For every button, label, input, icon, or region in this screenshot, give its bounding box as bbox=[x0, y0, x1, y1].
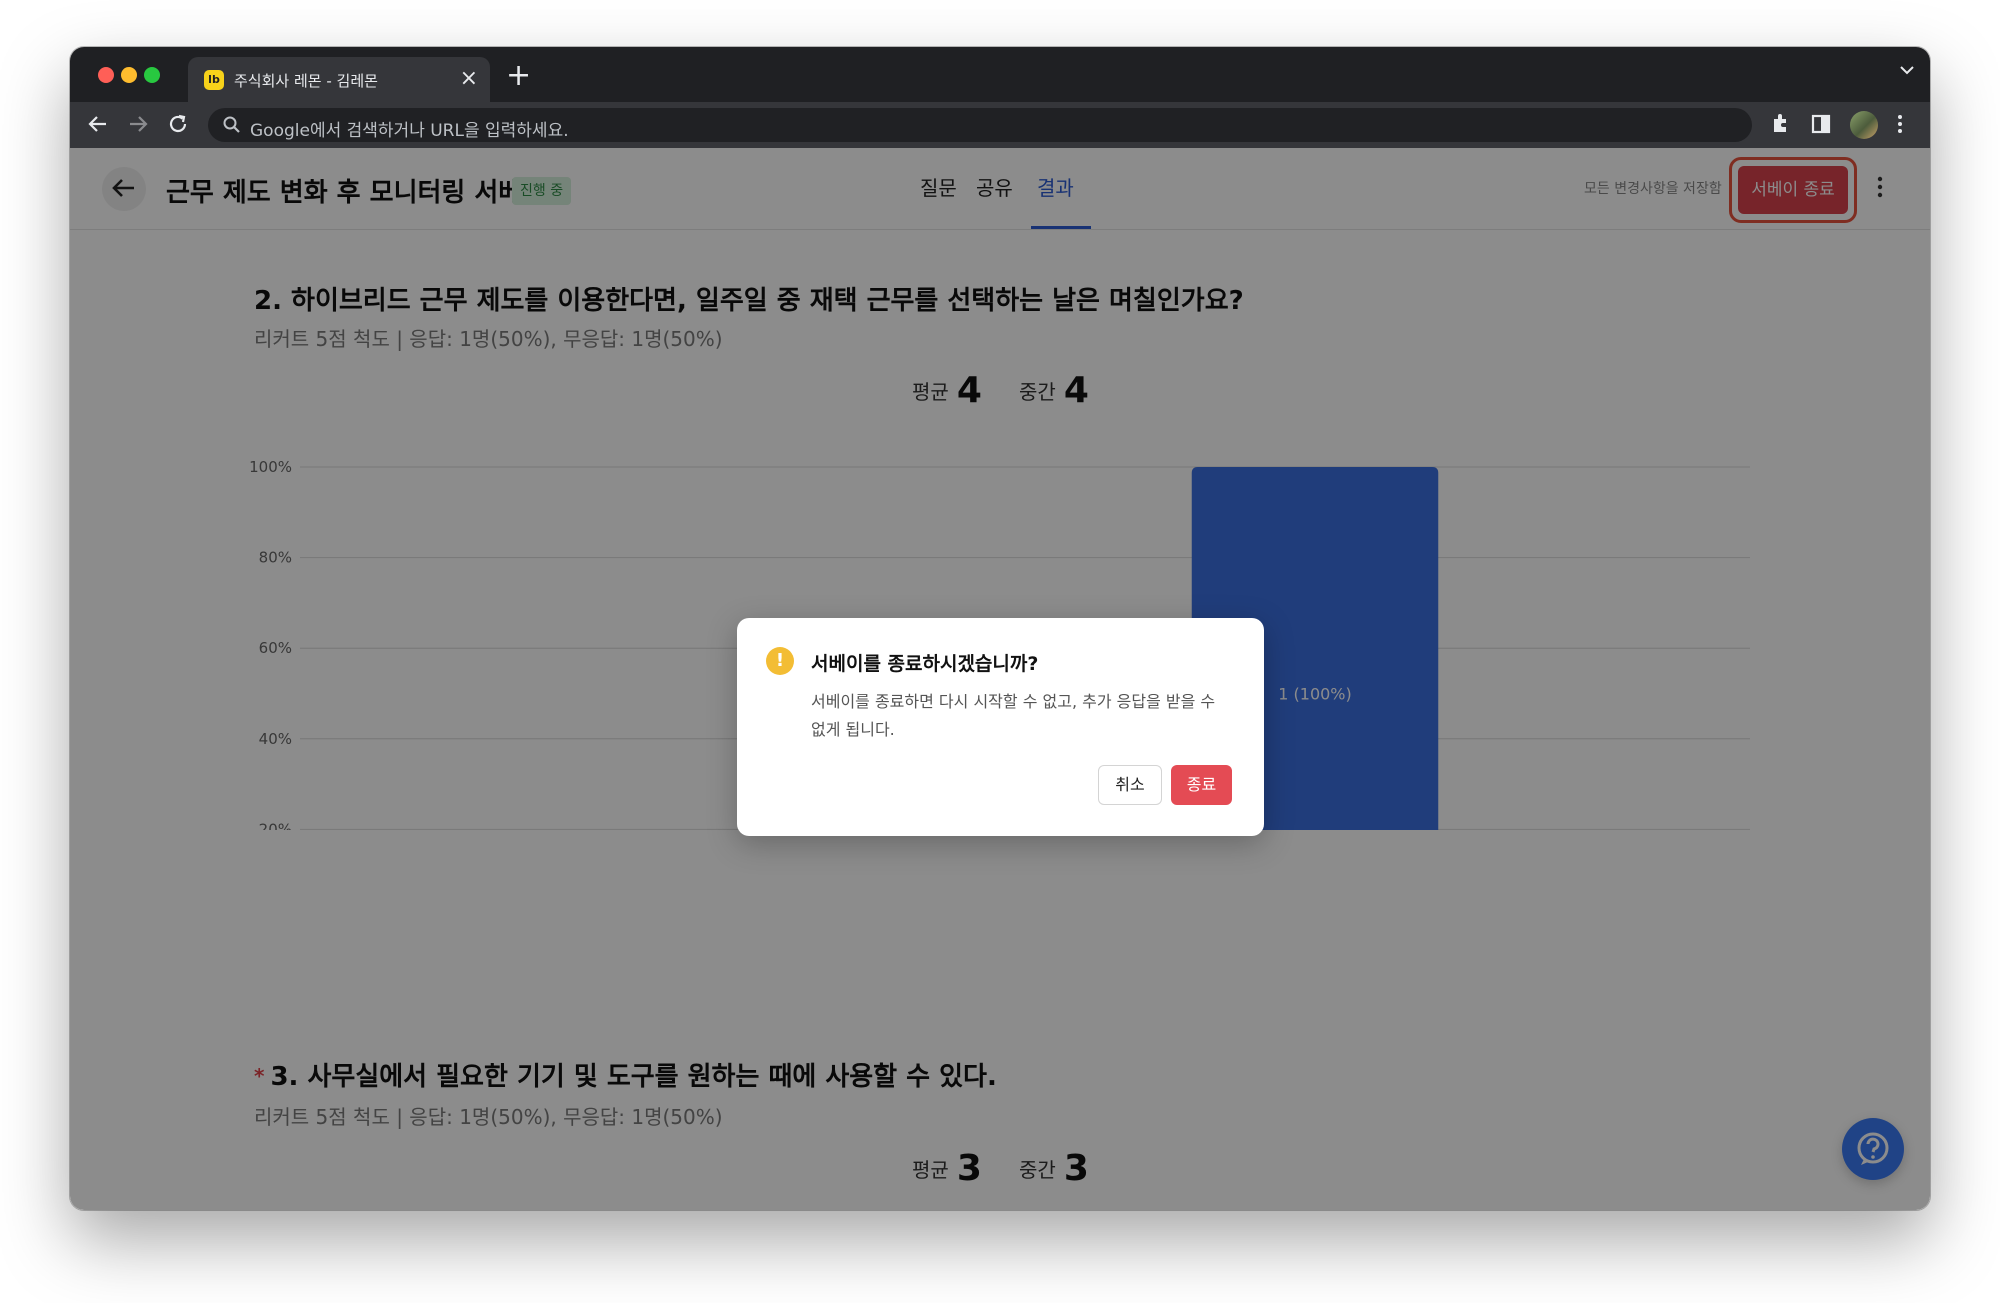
profile-avatar[interactable] bbox=[1850, 111, 1878, 139]
confirm-end-button[interactable]: 종료 bbox=[1171, 765, 1232, 805]
browser-tab[interactable]: lb 주식회사 레몬 - 김레몬 × bbox=[188, 57, 490, 102]
browser-window: lb 주식회사 레몬 - 김레몬 × + Google에서 검색하거나 URL을… bbox=[70, 47, 1930, 1210]
maximize-window-button[interactable] bbox=[144, 67, 160, 83]
tab-strip: lb 주식회사 레몬 - 김레몬 × + bbox=[70, 47, 1930, 102]
survey-page: 근무 제도 변화 후 모니터링 서베이 진행 중 질문 공유 결과 모든 변경사… bbox=[70, 148, 1930, 1210]
address-bar[interactable]: Google에서 검색하거나 URL을 입력하세요. bbox=[208, 108, 1752, 142]
close-tab-icon[interactable]: × bbox=[460, 66, 478, 92]
forward-icon[interactable] bbox=[126, 108, 150, 148]
back-icon[interactable] bbox=[86, 108, 110, 148]
reload-icon[interactable] bbox=[166, 108, 190, 148]
favicon-icon: lb bbox=[204, 70, 224, 90]
extensions-icon[interactable] bbox=[1770, 111, 1792, 144]
close-window-button[interactable] bbox=[98, 67, 114, 83]
end-survey-dialog: ! 서베이를 종료하시겠습니까? 서베이를 종료하면 다시 시작할 수 없고, … bbox=[737, 618, 1264, 836]
dialog-message: 서베이를 종료하면 다시 시작할 수 없고, 추가 응답을 받을 수 없게 됩니… bbox=[811, 692, 1216, 739]
search-icon bbox=[223, 116, 240, 133]
chevron-down-icon[interactable] bbox=[1898, 61, 1916, 84]
side-panel-icon[interactable] bbox=[1810, 111, 1832, 144]
warning-icon: ! bbox=[766, 647, 794, 675]
minimize-window-button[interactable] bbox=[121, 67, 137, 83]
browser-toolbar: Google에서 검색하거나 URL을 입력하세요. bbox=[70, 102, 1930, 148]
tab-title: 주식회사 레몬 - 김레몬 bbox=[234, 72, 378, 90]
cancel-button[interactable]: 취소 bbox=[1098, 765, 1162, 805]
dialog-title: 서베이를 종료하시겠습니까? bbox=[811, 653, 1039, 675]
chrome-menu-icon[interactable] bbox=[1896, 111, 1904, 144]
address-placeholder: Google에서 검색하거나 URL을 입력하세요. bbox=[250, 121, 569, 141]
new-tab-icon[interactable]: + bbox=[506, 59, 531, 93]
